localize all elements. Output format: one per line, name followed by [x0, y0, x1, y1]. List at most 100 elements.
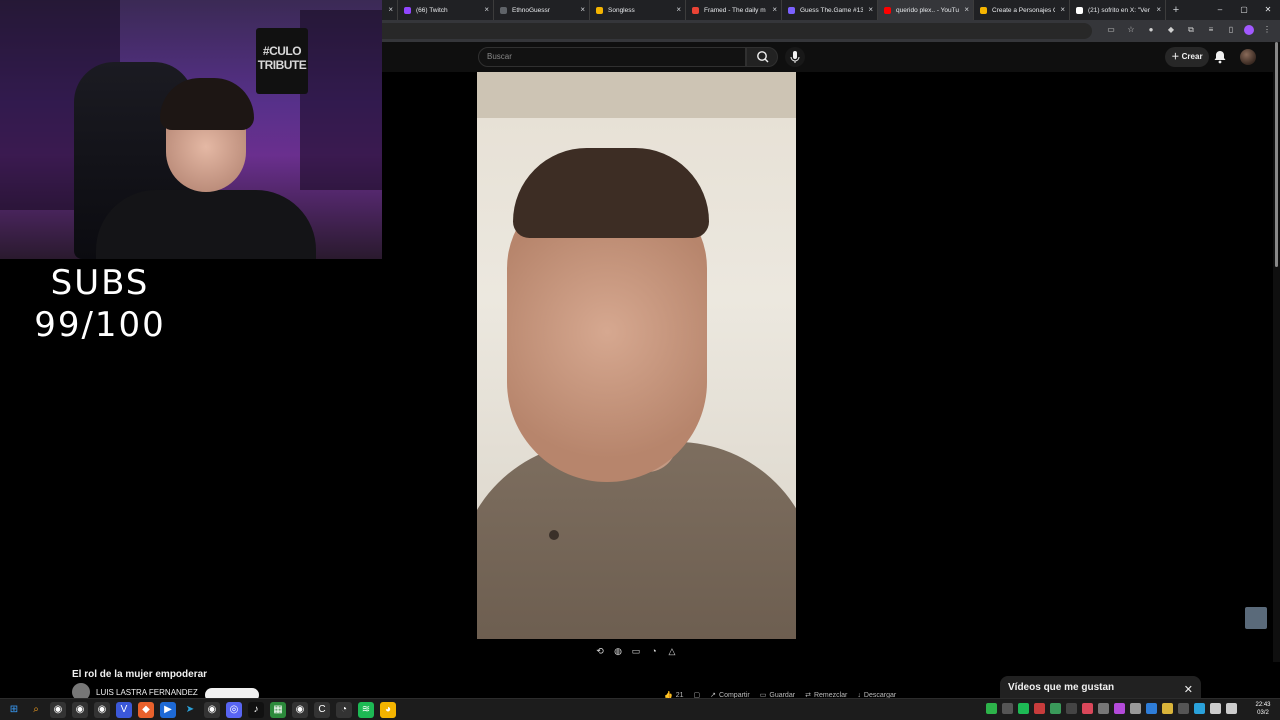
close-icon[interactable]: ✕	[1184, 684, 1193, 696]
channel-name[interactable]: LUIS LASTRA FERNANDEZ	[96, 688, 198, 697]
scrollbar-thumb[interactable]	[1275, 42, 1278, 267]
notifications-button[interactable]	[1212, 49, 1228, 65]
tab-label: Framed - The daily m	[704, 6, 766, 14]
short-video-player[interactable]	[477, 72, 796, 639]
minimize-button[interactable]: –	[1208, 0, 1232, 20]
browser-tab[interactable]: Songless ×	[590, 0, 686, 20]
browser-tab[interactable]: ×	[382, 0, 398, 20]
discord-icon[interactable]: ◎	[226, 702, 242, 718]
loop-icon[interactable]: ⟲	[593, 644, 607, 658]
profile-icon[interactable]	[1244, 25, 1254, 35]
browser-tab[interactable]: Create a Personajes Cl ×	[974, 0, 1070, 20]
menu-kebab-icon[interactable]: ⋮	[1260, 23, 1274, 37]
close-tab-icon[interactable]: ×	[580, 5, 585, 15]
app-icon[interactable]: ▦	[270, 702, 286, 718]
tray-icon[interactable]	[1194, 703, 1205, 714]
app-icon[interactable]: ◉	[204, 702, 220, 718]
mic-icon	[790, 51, 800, 63]
app-icon[interactable]: C	[314, 702, 330, 718]
app-icon[interactable]: ◆	[138, 702, 154, 718]
browser-tab[interactable]: Guess The.Game #138 ×	[782, 0, 878, 20]
chrome-icon[interactable]: ◕	[380, 702, 396, 718]
tray-icon[interactable]	[1050, 703, 1061, 714]
app-icon[interactable]: ◉	[94, 702, 110, 718]
browser-tab[interactable]: (21) sofrito en X: "Ver ×	[1070, 0, 1166, 20]
audio-icon[interactable]: ◍	[611, 644, 625, 658]
restore-button[interactable]: ▢	[1232, 0, 1256, 20]
scrollbar[interactable]	[1273, 42, 1280, 662]
browser-tab[interactable]: EthnoGuessr ×	[494, 0, 590, 20]
page-favicon-icon	[788, 6, 795, 14]
tray-icon[interactable]	[1130, 703, 1141, 714]
app-icon[interactable]: ◔	[336, 702, 352, 718]
create-button[interactable]: ＋ Crear	[1165, 47, 1209, 67]
tab-label: (21) sofrito en X: "Ver	[1088, 6, 1150, 14]
thumbnail-image[interactable]	[1245, 607, 1267, 629]
avatar[interactable]	[1240, 49, 1256, 65]
taskbar-clock[interactable]: 22:43 03/2	[1252, 701, 1274, 717]
search-icon[interactable]: ⌕	[28, 702, 44, 718]
close-tab-icon[interactable]: ×	[676, 5, 681, 15]
close-tab-icon[interactable]: ×	[964, 5, 969, 15]
plus-icon: ＋	[1171, 52, 1182, 61]
app-icon[interactable]: ◉	[72, 702, 88, 718]
close-tab-icon[interactable]: ×	[772, 5, 777, 15]
tab-label: Create a Personajes Cl	[992, 6, 1055, 14]
tab-label: Songless	[608, 6, 635, 14]
tray-icon[interactable]	[1082, 703, 1093, 714]
voice-search-button[interactable]	[785, 47, 805, 67]
lab-icon[interactable]: △	[665, 644, 679, 658]
volume-icon[interactable]	[1226, 703, 1237, 714]
windows-start-icon[interactable]: ⊞	[6, 702, 22, 718]
tray-icon[interactable]	[1162, 703, 1173, 714]
extension-icon[interactable]: ◆	[1164, 23, 1178, 37]
miniplayer-icon[interactable]: ▭	[629, 644, 643, 658]
address-bar[interactable]	[382, 23, 1092, 39]
app-icon[interactable]: ▶	[160, 702, 176, 718]
tray-icon[interactable]	[1034, 703, 1045, 714]
sidebar-icon[interactable]: ▯	[1224, 23, 1238, 37]
close-window-button[interactable]: ✕	[1256, 0, 1280, 20]
tab-label: querido plex.. - YouTu	[896, 6, 959, 14]
app-icon[interactable]: ◉	[292, 702, 308, 718]
tray-icon[interactable]	[1018, 703, 1029, 714]
page-favicon-icon	[500, 6, 507, 14]
install-app-icon[interactable]: ▭	[1104, 23, 1118, 37]
telegram-icon[interactable]: ➤	[182, 702, 198, 718]
tray-icon[interactable]	[1098, 703, 1109, 714]
search-button[interactable]	[746, 47, 778, 67]
clock-time: 22:43	[1255, 702, 1271, 708]
extension-icon[interactable]: ●	[1144, 23, 1158, 37]
browser-tab[interactable]: Framed - The daily m ×	[686, 0, 782, 20]
tray-icon[interactable]	[1178, 703, 1189, 714]
vivaldi-icon[interactable]: V	[116, 702, 132, 718]
browser-tab[interactable]: (66) Twitch ×	[398, 0, 494, 20]
tray-icon[interactable]	[1002, 703, 1013, 714]
tab-label: EthnoGuessr	[512, 6, 550, 14]
close-tab-icon[interactable]: ×	[388, 5, 393, 15]
video-title[interactable]: El rol de la mujer empoderar	[72, 669, 207, 680]
search-input[interactable]: Buscar	[478, 47, 746, 67]
tray-icon[interactable]	[1066, 703, 1077, 714]
reading-list-icon[interactable]: ≡	[1204, 23, 1218, 37]
tray-icon[interactable]	[1114, 703, 1125, 714]
app-icon[interactable]: ◉	[50, 702, 66, 718]
page-favicon-icon	[692, 6, 699, 14]
window-controls: – ▢ ✕	[1208, 0, 1280, 20]
extensions-puzzle-icon[interactable]: ⧉	[1184, 23, 1198, 37]
spotify-icon[interactable]: ≋	[358, 702, 374, 718]
browser-tab-active[interactable]: querido plex.. - YouTu ×	[878, 0, 974, 20]
tiktok-icon[interactable]: ♪	[248, 702, 264, 718]
close-tab-icon[interactable]: ×	[1156, 5, 1161, 15]
page-favicon-icon	[596, 6, 603, 14]
close-tab-icon[interactable]: ×	[868, 5, 873, 15]
toolbar-icons: ▭ ☆ ● ◆ ⧉ ≡ ▯ ⋮	[1104, 23, 1274, 37]
new-tab-button[interactable]: +	[1169, 4, 1183, 16]
close-tab-icon[interactable]: ×	[484, 5, 489, 15]
bookmark-star-icon[interactable]: ☆	[1124, 23, 1138, 37]
tray-icon[interactable]	[1146, 703, 1157, 714]
speed-icon[interactable]: ◔	[647, 644, 661, 658]
tray-icon[interactable]	[986, 703, 997, 714]
close-tab-icon[interactable]: ×	[1060, 5, 1065, 15]
wifi-icon[interactable]	[1210, 703, 1221, 714]
